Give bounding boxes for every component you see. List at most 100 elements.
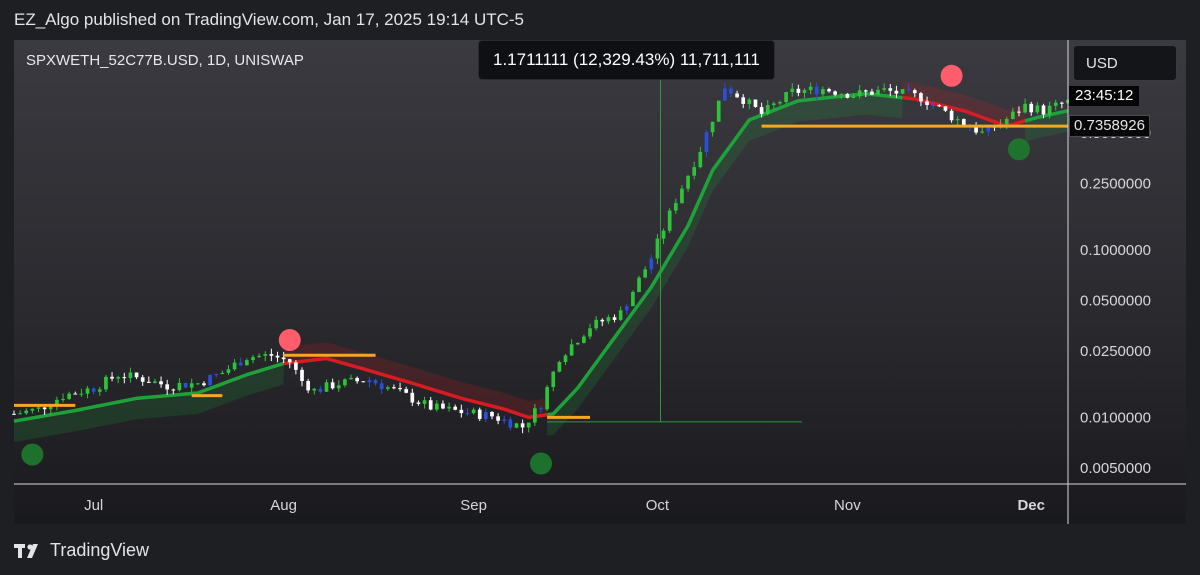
candle-body: [796, 88, 801, 93]
candle-body: [257, 355, 261, 358]
candles-group: [12, 82, 1070, 434]
candle-body: [269, 354, 274, 356]
candle-body: [398, 387, 402, 390]
candle-body: [729, 88, 733, 94]
price-tick-label: 0.0250000: [1080, 343, 1151, 360]
price-tick-label: 0.0050000: [1080, 460, 1151, 477]
candle-body: [159, 381, 163, 385]
candle-body: [61, 399, 65, 401]
candle-body: [857, 90, 862, 97]
candle-body: [85, 388, 90, 394]
candle-body: [588, 328, 592, 337]
candle-body: [104, 376, 108, 390]
candle-body: [772, 103, 776, 106]
candle-body: [949, 110, 954, 121]
candle-body: [661, 230, 666, 239]
candle-body: [1035, 105, 1040, 113]
candle-body: [514, 423, 519, 428]
candle-body: [385, 387, 390, 389]
candle-body: [759, 106, 764, 114]
candle-body: [146, 381, 151, 383]
candle-body: [937, 105, 942, 107]
candle-body: [802, 90, 807, 93]
candle-body: [925, 101, 929, 105]
candle-body: [183, 383, 188, 388]
candle-body: [821, 89, 825, 95]
candle-body: [563, 355, 568, 363]
symbol-title[interactable]: SPXWETH_52C77B.USD, 1D, UNISWAP: [26, 52, 304, 69]
time-tick-label: Dec: [1017, 497, 1045, 514]
candle-body: [361, 381, 366, 383]
candle-body: [722, 88, 727, 101]
candle-body: [1023, 103, 1027, 113]
candle-body: [704, 132, 709, 153]
candle-body: [110, 376, 114, 379]
support-levels: [14, 124, 1068, 419]
buy-signal-marker: [21, 443, 44, 466]
candle-body: [520, 423, 525, 428]
price-tick-label: 0.2500000: [1080, 175, 1151, 192]
candle-body: [379, 383, 384, 389]
candle-body: [827, 89, 831, 92]
candle-body: [582, 336, 586, 343]
candle-body: [673, 203, 678, 211]
candle-body: [496, 416, 500, 421]
candle-body: [508, 419, 513, 428]
currency-button[interactable]: USD: [1073, 45, 1177, 81]
candle-body: [140, 377, 145, 382]
candle-body: [73, 393, 78, 395]
candle-body: [171, 389, 176, 391]
candle-body: [355, 377, 360, 382]
candle-body: [490, 412, 494, 417]
candle-body: [318, 388, 323, 392]
candle-body: [686, 175, 690, 189]
trend-ribbon-down: [283, 342, 548, 418]
price-tick-label: 0.0500000: [1080, 292, 1151, 309]
candle-body: [931, 104, 936, 106]
candle-body: [392, 387, 396, 389]
candle-body: [919, 93, 923, 102]
candle-body: [955, 119, 960, 121]
candle-body: [784, 91, 788, 102]
candle-body: [1053, 102, 1058, 106]
candle-body: [349, 377, 353, 380]
candle-body: [710, 121, 715, 133]
candle-body: [882, 88, 887, 90]
candle-body: [287, 359, 292, 363]
candle-body: [612, 317, 617, 320]
candle-body: [569, 344, 574, 356]
candle-body: [324, 382, 329, 392]
candle-body: [97, 389, 102, 392]
candle-body: [1011, 111, 1015, 119]
candle-body: [894, 90, 899, 94]
candle-body: [655, 238, 660, 259]
candle-body: [1060, 102, 1064, 104]
candle-body: [526, 422, 531, 428]
candle-body: [220, 372, 225, 375]
sell-signal-marker: [940, 64, 963, 87]
candle-body: [631, 292, 635, 307]
candle-body: [281, 357, 286, 360]
candle-body: [330, 382, 335, 389]
candle-body: [643, 269, 648, 278]
bar-countdown-label: 23:45:12: [1069, 86, 1140, 106]
candle-body: [943, 106, 948, 111]
candle-body: [876, 89, 880, 95]
candle-body: [36, 407, 41, 409]
candle-body: [294, 362, 298, 370]
price-chart[interactable]: 0.50000000.25000000.10000000.05000000.02…: [0, 0, 1200, 575]
candle-body: [441, 403, 445, 409]
candle-body: [600, 319, 605, 322]
candle-body: [618, 310, 623, 320]
candle-body: [300, 369, 304, 381]
candle-body: [698, 152, 703, 168]
candle-body: [533, 408, 537, 423]
candle-body: [790, 88, 795, 92]
tradingview-logo[interactable]: TradingView: [14, 540, 149, 561]
candle-body: [753, 99, 758, 107]
candle-body: [557, 362, 562, 372]
tradingview-logo-icon: [14, 543, 38, 558]
candle-body: [624, 306, 629, 311]
candle-body: [484, 412, 488, 420]
candle-body: [214, 374, 219, 376]
